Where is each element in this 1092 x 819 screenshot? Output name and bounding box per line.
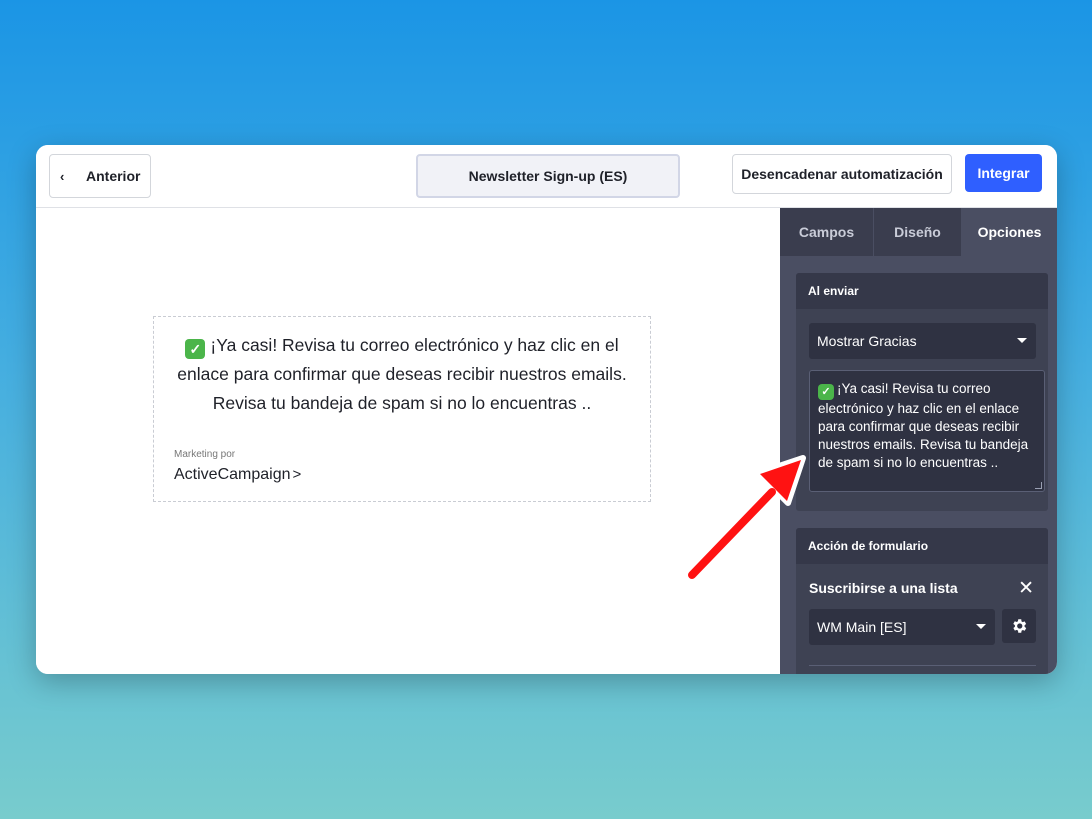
- thank-you-message: ✓ ¡Ya casi! Revisa tu correo electrónico …: [164, 331, 640, 418]
- chevron-left-icon: ‹: [60, 168, 65, 184]
- caret-down-icon: [976, 624, 986, 629]
- form-title-field[interactable]: Newsletter Sign-up (ES): [416, 154, 680, 198]
- trigger-automation-label: Desencadenar automatización: [741, 166, 943, 182]
- form-builder-window: ‹ Anterior Newsletter Sign-up (ES) Desen…: [36, 145, 1057, 674]
- form-preview[interactable]: ✓ ¡Ya casi! Revisa tu correo electrónico …: [153, 316, 651, 502]
- resize-handle-icon[interactable]: [1035, 482, 1042, 489]
- tab-diseno[interactable]: Diseño: [874, 208, 962, 256]
- panel-divider: [809, 665, 1036, 666]
- integrate-label: Integrar: [977, 165, 1030, 181]
- sidebar-tabs: Campos Diseño Opciones: [780, 208, 1057, 256]
- textarea-text: ¡Ya casi! Revisa tu correo electrónico y…: [818, 381, 1029, 470]
- subscribe-list-title: Suscribirse a una lista: [809, 580, 958, 596]
- trigger-automation-button[interactable]: Desencadenar automatización: [732, 154, 952, 194]
- on-submit-heading: Al enviar: [796, 273, 1048, 309]
- caret-down-icon: [1017, 338, 1027, 343]
- tab-campos[interactable]: Campos: [780, 208, 874, 256]
- check-mark-icon: ✓: [818, 384, 834, 400]
- thank-you-text: ¡Ya casi! Revisa tu correo electrónico y…: [177, 335, 627, 413]
- list-settings-button[interactable]: [1002, 609, 1036, 643]
- marketing-by-label: Marketing por: [174, 449, 236, 460]
- back-button-label: Anterior: [86, 168, 141, 184]
- form-action-heading: Acción de formulario: [796, 528, 1048, 564]
- tab-opciones[interactable]: Opciones: [962, 208, 1057, 256]
- form-canvas: ✓ ¡Ya casi! Revisa tu correo electrónico …: [36, 208, 780, 674]
- list-selected: WM Main [ES]: [817, 619, 907, 635]
- list-select[interactable]: WM Main [ES]: [809, 609, 995, 645]
- on-submit-panel: Al enviar Mostrar Gracias ✓ ¡Ya casi! Rev…: [796, 273, 1048, 511]
- on-submit-select[interactable]: Mostrar Gracias: [809, 323, 1036, 359]
- brand-name: ActiveCampaign: [174, 466, 291, 483]
- form-title-text: Newsletter Sign-up (ES): [468, 168, 628, 184]
- thank-you-message-textarea[interactable]: ✓ ¡Ya casi! Revisa tu correo electrónico …: [809, 370, 1045, 492]
- top-toolbar: ‹ Anterior Newsletter Sign-up (ES) Desen…: [36, 145, 1057, 208]
- check-mark-icon: ✓: [185, 339, 206, 359]
- on-submit-selected: Mostrar Gracias: [817, 333, 917, 349]
- form-action-panel: Acción de formulario Suscribirse a una l…: [796, 528, 1048, 674]
- close-icon[interactable]: ✕: [1018, 577, 1034, 600]
- activecampaign-logo[interactable]: ActiveCampaign >: [174, 466, 301, 484]
- options-sidebar: Campos Diseño Opciones Al enviar Mostrar…: [780, 208, 1057, 674]
- back-button[interactable]: ‹ Anterior: [49, 154, 151, 198]
- gear-icon: [1013, 619, 1027, 633]
- chevron-right-icon: >: [292, 466, 302, 483]
- integrate-button[interactable]: Integrar: [965, 154, 1042, 192]
